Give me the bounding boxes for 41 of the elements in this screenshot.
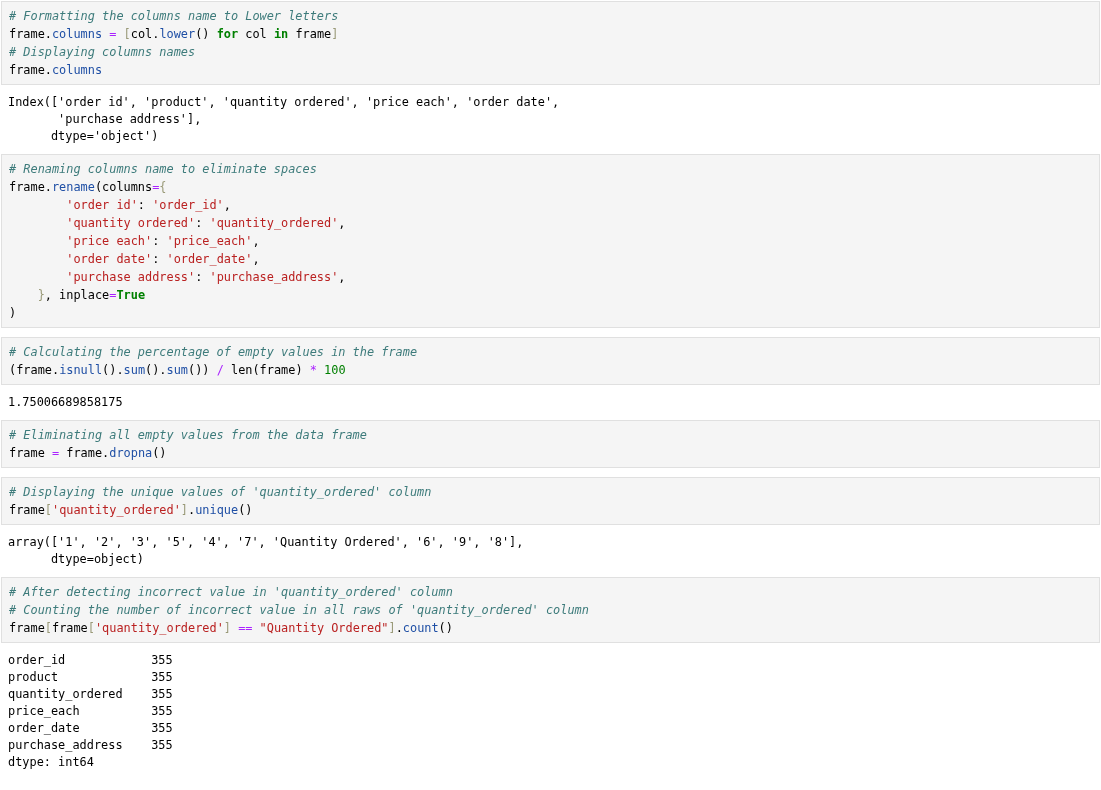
code-cell[interactable]: # Calculating the percentage of empty values in the frame (frame.isnull().sum().sum()) / len(frame) * 100 [1,337,1100,385]
code-line: (frame.isnull().sum().sum()) / len(frame) * 100 [9,362,346,379]
output-line: 'purchase address'], [57,111,202,128]
code-line: 'order date': 'order_date', [65,251,260,268]
code-line: frame['quantity_ordered'].unique() [9,502,253,519]
code-line: frame.rename(columns={ [9,179,167,196]
code-line: 'purchase address': 'purchase_address', [65,269,346,286]
output-line: product 355 [8,669,173,686]
code-line: frame.columns [9,62,103,79]
output-line: 1.75006689858175 [8,394,123,411]
code-line: 'price each': 'price_each', [65,233,260,250]
code-line: }, inplace=True [36,287,146,304]
output-line: dtype='object') [49,128,159,145]
code-line: # Counting the number of incorrect value in all raws of 'quantity_ordered' column [9,602,589,619]
code-line: # Eliminating all empty values from the data frame [9,427,367,444]
output-line: order_date 355 [8,720,173,737]
code-line: # Renaming columns name to eliminate spaces [9,161,317,178]
code-line: frame.columns = [col.lower() for col in frame] [9,26,339,43]
code-line: frame = frame.dropna() [9,445,167,462]
code-line: 'quantity ordered': 'quantity_ordered', [65,215,346,232]
code-line: # Calculating the percentage of empty values in the frame [9,344,418,361]
output-line: purchase_address 355 [8,737,173,754]
code-cell[interactable] [1,154,1100,328]
code-line: # After detecting incorrect value in 'quantity_ordered' column [9,584,453,601]
output-line: array(['1', '2', '3', '5', '4', '7', 'Quantity Ordered', '6', '9', '8'], [8,534,524,551]
output-line: order_id 355 [8,652,173,669]
code-cell[interactable] [1,577,1100,643]
output-line: price_each 355 [8,703,173,720]
output-line: dtype: int64 [8,754,94,771]
code-cell[interactable]: # Displaying the unique values of 'quantity_ordered' column frame['quantity_ordered'].unique() [1,477,1100,525]
output-line: quantity_ordered 355 [8,686,173,703]
code-line: # Displaying columns names [9,44,196,61]
code-line: # Formatting the columns name to Lower letters [9,8,339,25]
code-line: # Displaying the unique values of 'quantity_ordered' column [9,484,432,501]
code-line: 'order id': 'order_id', [65,197,231,214]
code-line: frame[frame['quantity_ordered'] == "Quantity Ordered"].count() [9,620,453,637]
code-line: ) [9,305,17,322]
code-cell[interactable]: # Eliminating all empty values from the data frame frame = frame.dropna() [1,420,1100,468]
output-line: dtype=object) [49,551,145,568]
code-cell[interactable]: # Formatting the columns name to Lower letters frame.columns = [col.lower() for col in frame] # Displaying columns names frame.columns [1,1,1100,85]
output-line: Index(['order id', 'product', 'quantity ordered', 'price each', 'order date', [8,94,560,111]
